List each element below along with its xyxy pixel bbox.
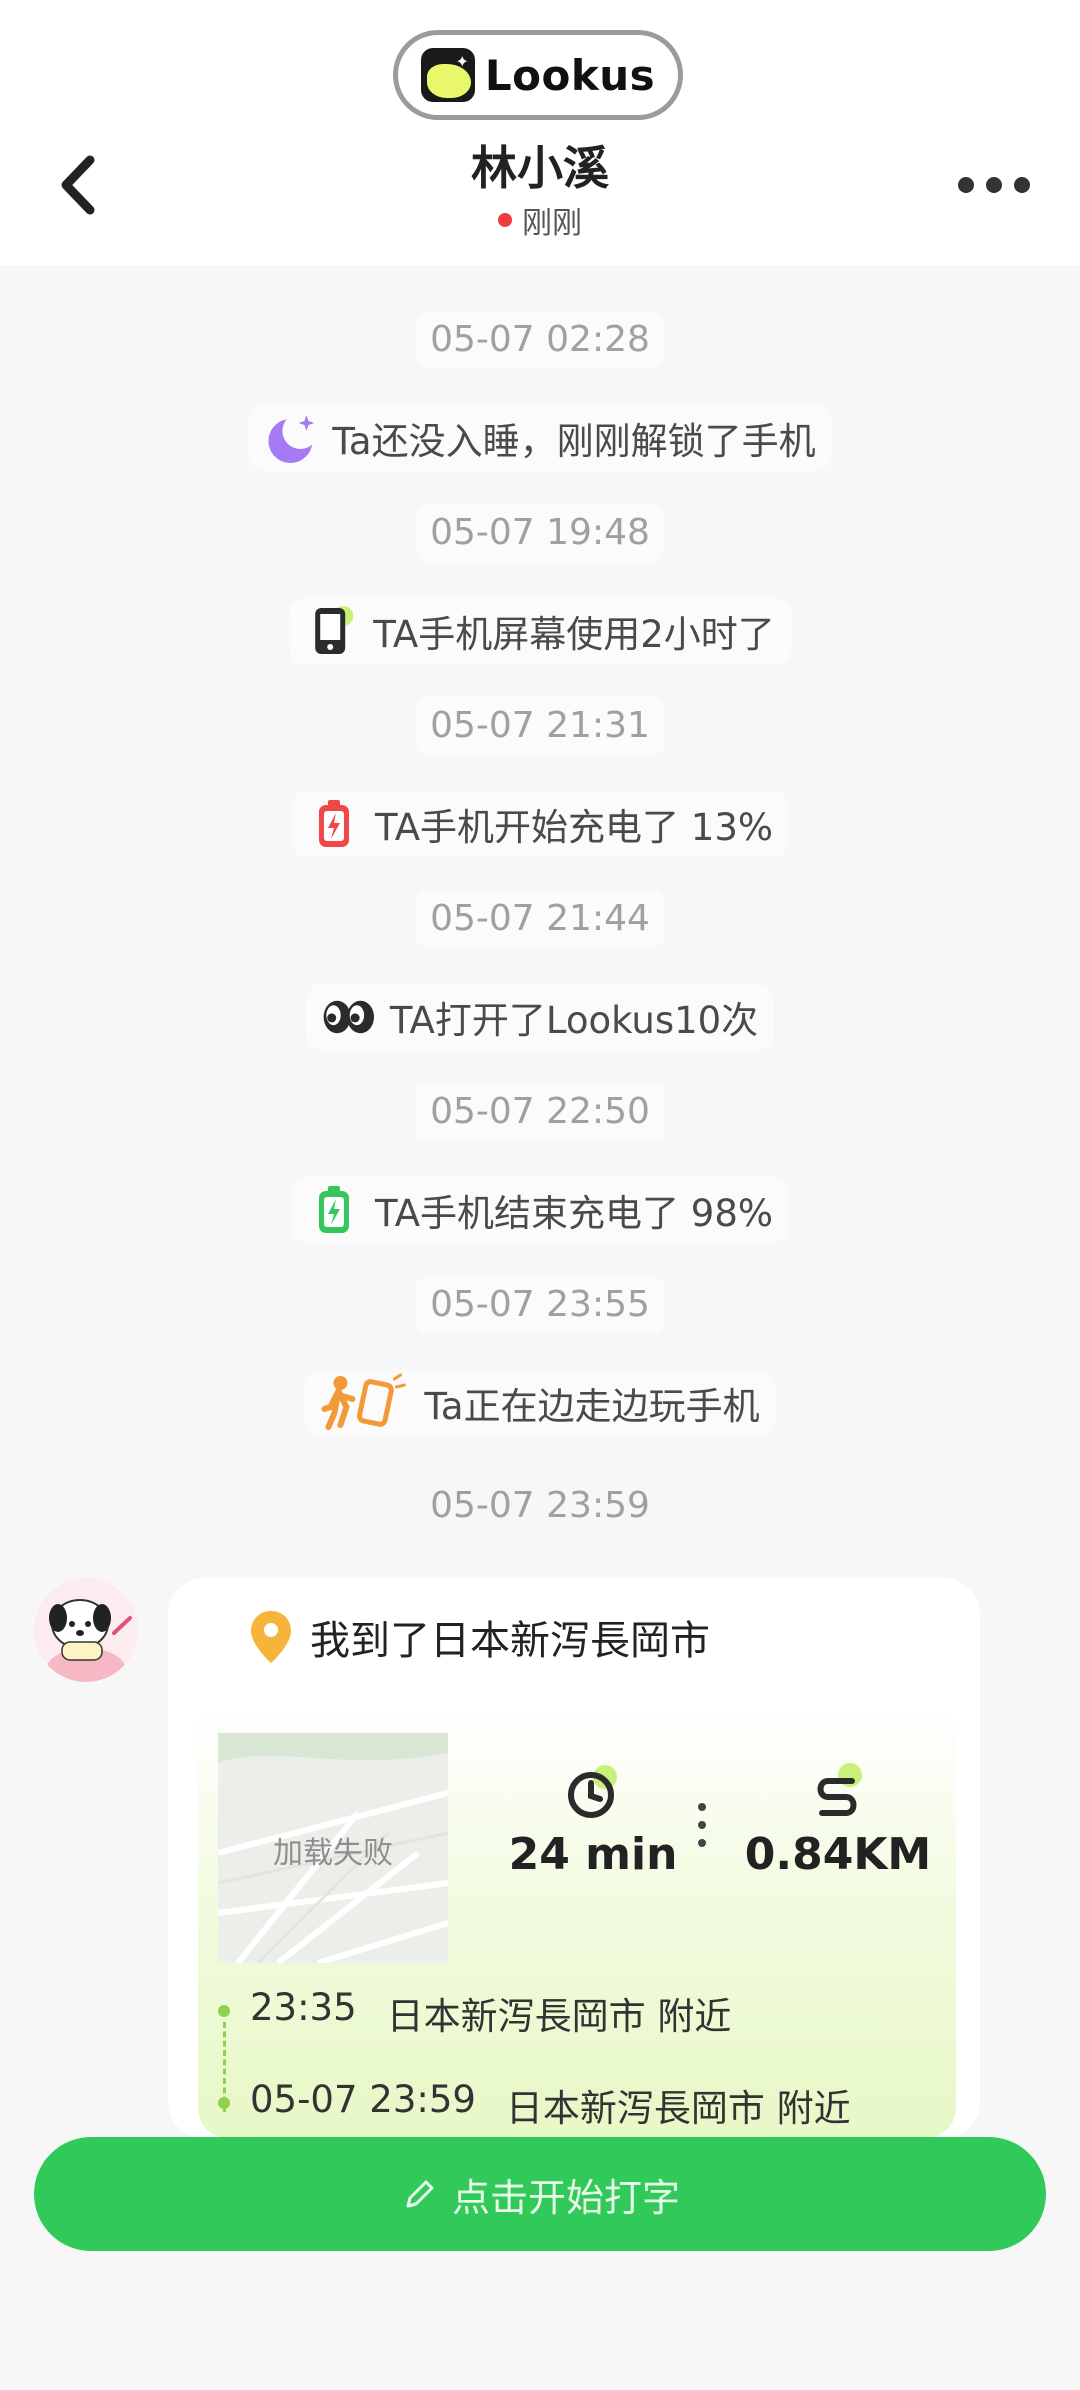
dot-icon xyxy=(1014,177,1030,193)
timestamp: 05-07 02:28 xyxy=(416,311,664,369)
duration-stat: 24 min xyxy=(488,1761,698,1880)
event-message: TA手机开始充电了 13% xyxy=(290,791,790,857)
lookus-logo-icon: ✦ xyxy=(420,48,475,102)
event-text: TA手机结束充电了 98% xyxy=(374,1192,774,1235)
status-dot-icon xyxy=(498,213,512,227)
event-text: TA打开了Lookus10次 xyxy=(389,999,759,1042)
stat-divider xyxy=(698,1803,706,1847)
location-title-text: 我到了日本新泻長岡市 xyxy=(310,1618,710,1664)
track-time: 05-07 23:59 xyxy=(250,2078,476,2121)
event-message: TA打开了Lookus10次 xyxy=(305,984,775,1050)
location-title: 我到了日本新泻長岡市 xyxy=(248,1608,710,1666)
distance-stat: 0.84KM xyxy=(728,1761,948,1880)
location-pin-icon xyxy=(251,1611,291,1663)
track-place: 日本新泻長岡市 附近 xyxy=(386,1995,732,2038)
more-options-button[interactable] xyxy=(958,170,1038,200)
track-row: 05-07 23:59 日本新泻長岡市 附近 xyxy=(250,2078,851,2132)
brand-badge[interactable]: ✦ Lookus xyxy=(393,30,683,120)
dot-icon xyxy=(986,177,1002,193)
event-text: Ta还没入睡，刚刚解锁了手机 xyxy=(332,420,816,463)
duration-value: 24 min xyxy=(508,1829,678,1880)
event-message: TA手机结束充电了 98% xyxy=(290,1177,790,1243)
chat-header: ✦ Lookus 林小溪 刚刚 xyxy=(0,0,1080,265)
track-row: 23:35 日本新泻長岡市 附近 xyxy=(250,1986,731,2040)
timestamp: 05-07 23:55 xyxy=(416,1276,664,1334)
walking-phone-icon xyxy=(320,1373,410,1430)
event-message: TA手机屏幕使用2小时了 xyxy=(289,598,791,664)
distance-value: 0.84KM xyxy=(744,1829,932,1880)
event-text: TA手机屏幕使用2小时了 xyxy=(373,613,775,656)
contact-name: 林小溪 xyxy=(471,141,609,195)
map-load-failed-text: 加载失败 xyxy=(273,1836,393,1871)
compose-button[interactable]: 点击开始打字 xyxy=(34,2137,1046,2251)
clock-icon xyxy=(568,1765,617,1818)
track-time: 23:35 xyxy=(250,1986,357,2029)
location-card[interactable]: 我到了日本新泻長岡市 加载失败 24 min 0.84KM 23:35 日本新泻… xyxy=(168,1578,980,2138)
dog-avatar-icon xyxy=(34,1578,138,1682)
eyes-icon xyxy=(322,990,376,1044)
timestamp: 05-07 22:50 xyxy=(416,1083,664,1141)
event-text: TA手机开始充电了 13% xyxy=(374,806,774,849)
event-message: Ta正在边走边玩手机 xyxy=(304,1370,776,1436)
timestamp: 05-07 19:48 xyxy=(416,504,664,562)
event-text: Ta正在边走边玩手机 xyxy=(424,1385,760,1428)
moon-icon xyxy=(264,411,319,465)
pencil-icon xyxy=(406,2180,434,2208)
timestamp: 05-07 21:31 xyxy=(416,697,664,755)
online-status: 刚刚 xyxy=(0,198,1080,242)
battery-low-icon xyxy=(307,797,361,851)
avatar[interactable] xyxy=(34,1578,138,1682)
phone-screen-icon xyxy=(305,604,359,658)
battery-full-icon xyxy=(307,1183,361,1237)
map-thumbnail[interactable]: 加载失败 xyxy=(218,1733,448,1963)
route-icon xyxy=(817,1763,862,1816)
dot-icon xyxy=(958,177,974,193)
brand-name: Lookus xyxy=(484,50,656,100)
track-end-dot xyxy=(218,2097,230,2109)
compose-label: 点击开始打字 xyxy=(451,2175,680,2220)
timestamp: 05-07 21:44 xyxy=(416,890,664,948)
track-place: 日本新泻長岡市 附近 xyxy=(505,2087,851,2130)
track-start-dot xyxy=(218,2005,230,2017)
status-text: 刚刚 xyxy=(522,206,582,241)
event-message: Ta还没入睡，刚刚解锁了手机 xyxy=(248,405,832,471)
timestamp: 05-07 23:59 xyxy=(430,1485,650,1526)
